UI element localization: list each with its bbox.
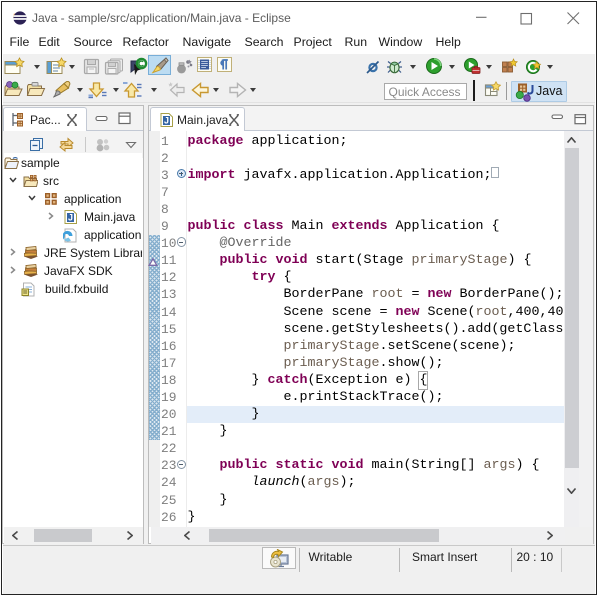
svg-text:J: J	[163, 115, 168, 125]
svg-text:J: J	[68, 212, 73, 222]
